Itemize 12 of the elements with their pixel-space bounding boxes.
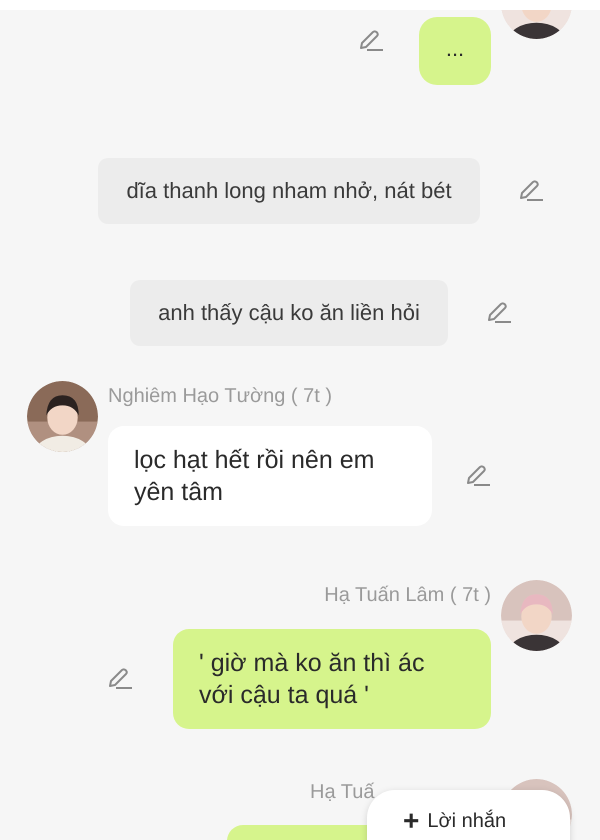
message-bubble: ' giờ mà ko ăn thì ác với cậu ta quá ' (173, 629, 491, 729)
pencil-icon[interactable] (518, 179, 544, 203)
pencil-icon[interactable] (358, 29, 384, 53)
pencil-icon[interactable] (486, 301, 512, 325)
pencil-icon[interactable] (465, 464, 491, 488)
message-bubble: ... (419, 17, 491, 85)
message-bubble: lọc hạt hết rồi nên em yên tâm (108, 426, 432, 526)
sender-name: Nghiêm Hạo Tường ( 7t ) (108, 384, 333, 409)
pencil-icon[interactable] (107, 667, 133, 691)
sender-name: Hạ Tuấn Lâm ( 7t ) (324, 583, 491, 608)
narration-bubble: anh thấy cậu ko ăn liền hỏi (130, 280, 448, 346)
narration-bubble: dĩa thanh long nham nhở, nát bét (98, 158, 480, 224)
